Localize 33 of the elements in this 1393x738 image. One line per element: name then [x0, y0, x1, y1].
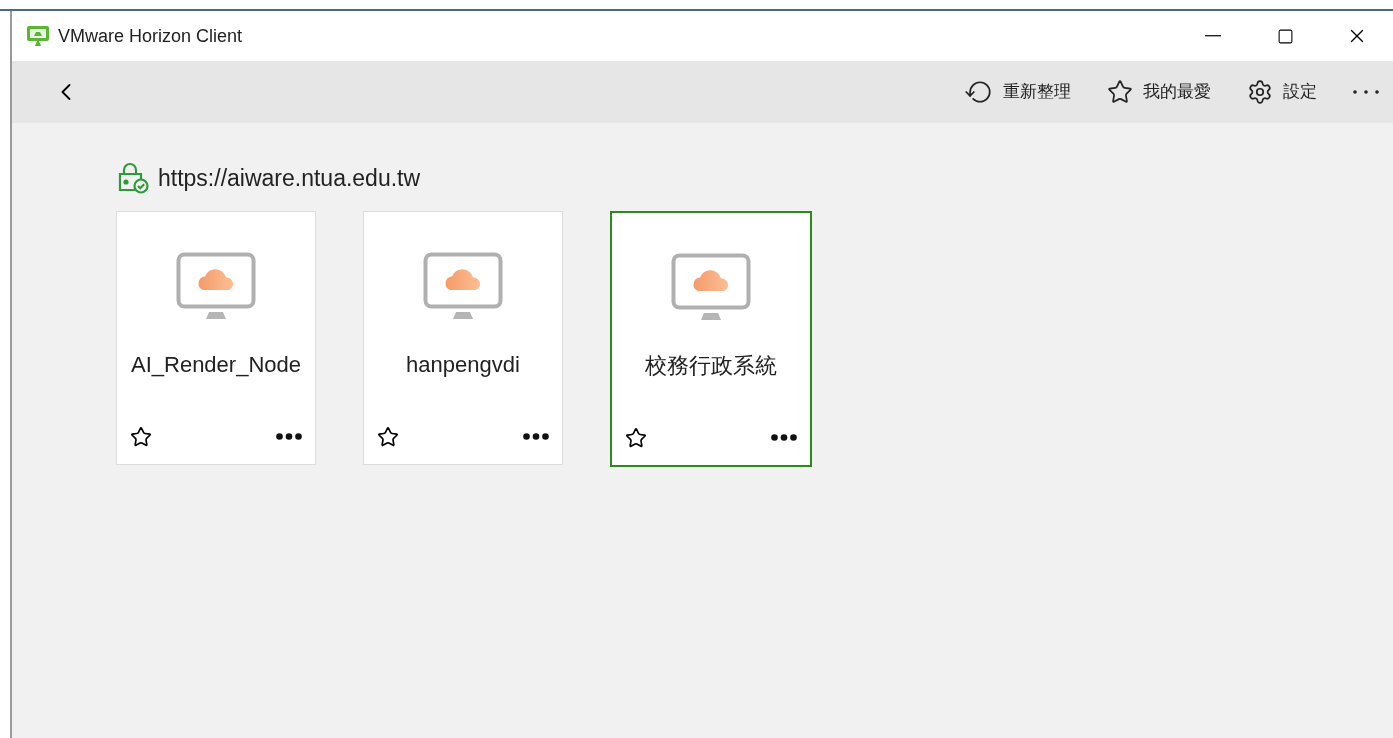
desktop-card[interactable]: 校務行政系統 [610, 210, 812, 467]
star-icon [625, 426, 647, 449]
toolbar-button[interactable]: 我的最愛 [1107, 72, 1211, 112]
server-url: https://aiware.ntua.edu.tw [158, 164, 421, 193]
desktop-card[interactable]: AI_Render_Node [116, 210, 316, 465]
more-icon [523, 433, 549, 440]
window-title: VMware Horizon Client [58, 24, 243, 48]
toolbar-button[interactable]: 設定 [1247, 72, 1317, 112]
cloud-desktop-icon [671, 252, 751, 323]
more-button[interactable] [523, 433, 549, 440]
star-icon [377, 425, 399, 448]
maximize-icon [1276, 27, 1294, 45]
more-button[interactable] [771, 434, 797, 441]
desktop-name: hanpengvdi [406, 350, 520, 379]
desktop-name: AI_Render_Node [131, 350, 301, 379]
favorite-button[interactable] [377, 425, 399, 448]
star-icon [1107, 79, 1133, 105]
more-button[interactable] [276, 433, 302, 440]
desktop-card[interactable]: hanpengvdi [363, 210, 563, 465]
more-icon [771, 434, 797, 441]
minimize-icon [1205, 35, 1221, 37]
settings-icon [1247, 79, 1273, 105]
secure-lock-icon [116, 162, 150, 195]
cloud-desktop-icon [423, 251, 503, 322]
toolbar-button[interactable]: 重新整理 [967, 72, 1071, 112]
favorite-button[interactable] [625, 426, 647, 449]
desktop-name: 校務行政系統 [645, 351, 777, 380]
favorite-button[interactable] [130, 425, 152, 448]
more-icon [276, 433, 302, 440]
cloud-desktop-icon [176, 251, 256, 322]
star-icon [130, 425, 152, 448]
more-icon [1353, 90, 1379, 94]
app-logo-icon [26, 24, 50, 48]
